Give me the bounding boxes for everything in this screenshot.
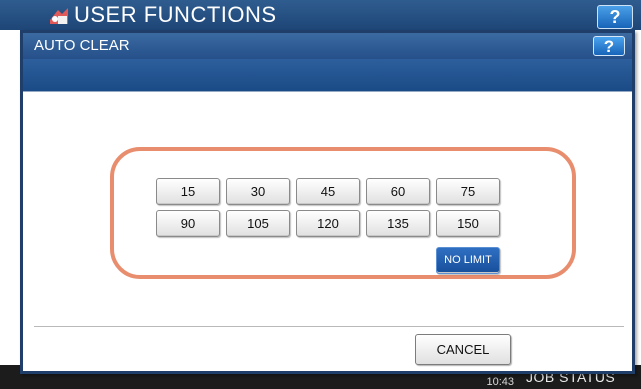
option-75-button[interactable]: 75 [436, 178, 500, 205]
option-15-button[interactable]: 15 [156, 178, 220, 205]
dialog-sub-bar [23, 59, 632, 92]
option-150-button[interactable]: 150 [436, 210, 500, 237]
clock-time: 10:43 [486, 376, 514, 388]
option-105-button[interactable]: 105 [226, 210, 290, 237]
option-90-button[interactable]: 90 [156, 210, 220, 237]
dialog-title-bar: AUTO CLEAR ? [23, 33, 632, 59]
dialog-divider [34, 326, 624, 327]
dialog-title: AUTO CLEAR [34, 37, 130, 54]
option-no-limit-button[interactable]: NO LIMIT [436, 247, 500, 274]
option-60-button[interactable]: 60 [366, 178, 430, 205]
user-functions-icon [50, 8, 68, 24]
background-title: USER FUNCTIONS [74, 2, 277, 27]
option-45-button[interactable]: 45 [296, 178, 360, 205]
option-120-button[interactable]: 120 [296, 210, 360, 237]
option-135-button[interactable]: 135 [366, 210, 430, 237]
auto-clear-dialog: AUTO CLEAR ? 15 30 45 60 75 90 105 120 1… [20, 30, 635, 374]
help-button[interactable]: ? [593, 36, 625, 56]
background-help-button[interactable]: ? [597, 5, 633, 29]
cancel-button[interactable]: CANCEL [415, 334, 511, 365]
option-30-button[interactable]: 30 [226, 178, 290, 205]
